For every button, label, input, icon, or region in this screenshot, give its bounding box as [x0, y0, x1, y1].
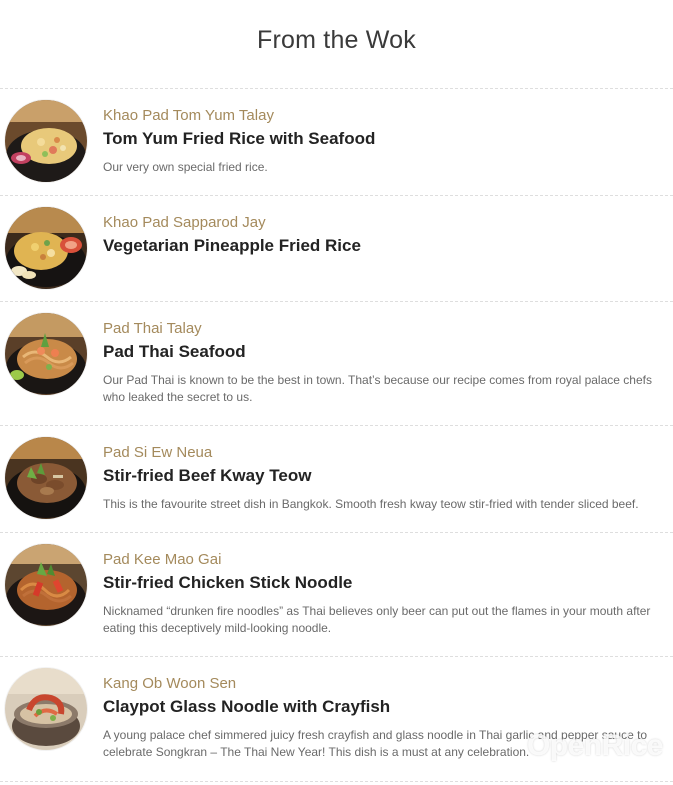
beef-kway-teow-photo-icon [5, 437, 87, 519]
pad-thai-photo-icon [5, 313, 87, 395]
menu-item[interactable]: Pad Thai Talay Pad Thai Seafood Our Pad … [0, 301, 673, 426]
item-english-name: Claypot Glass Noodle with Crayfish [103, 697, 391, 716]
item-thai-name: Pad Kee Mao Gai [103, 551, 222, 568]
item-thai-name: Pad Si Ew Neua [103, 444, 213, 461]
claypot-noodle-crayfish-photo-icon [5, 668, 87, 750]
menu-item[interactable]: Pad Kee Mao Gai Stir-fried Chicken Stick… [0, 532, 673, 657]
item-thai-name: Kang Ob Woon Sen [103, 675, 237, 692]
item-description: This is the favourite street dish in Ban… [103, 497, 639, 511]
item-english-name: Tom Yum Fried Rice with Seafood [103, 129, 376, 148]
menu-item[interactable]: Khao Pad Sapparod Jay Vegetarian Pineapp… [0, 195, 673, 302]
item-description: Our Pad Thai is known to be the best in … [103, 373, 652, 404]
item-english-name: Stir-fried Beef Kway Teow [103, 466, 312, 485]
item-description: Our very own special fried rice. [103, 160, 268, 174]
menu-item[interactable]: Pad Si Ew Neua Stir-fried Beef Kway Teow… [0, 425, 673, 533]
menu-item[interactable]: Kang Ob Woon Sen Claypot Glass Noodle wi… [0, 656, 673, 782]
item-thai-name: Khao Pad Sapparod Jay [103, 214, 266, 231]
item-english-name: Vegetarian Pineapple Fried Rice [103, 236, 361, 255]
item-thai-name: Khao Pad Tom Yum Talay [103, 107, 274, 124]
page-title: From the Wok [257, 26, 416, 54]
pineapple-fried-rice-photo-icon [5, 207, 87, 289]
item-english-name: Pad Thai Seafood [103, 342, 246, 361]
item-description: A young palace chef simmered juicy fresh… [103, 728, 648, 759]
fried-rice-seafood-photo-icon [5, 100, 87, 182]
item-thai-name: Pad Thai Talay [103, 320, 202, 337]
chicken-stick-noodle-photo-icon [5, 544, 87, 626]
item-english-name: Stir-fried Chicken Stick Noodle [103, 573, 353, 592]
menu-item[interactable]: Khao Pad Tom Yum Talay Tom Yum Fried Ric… [0, 88, 673, 196]
item-description: Nicknamed “drunken fire noodles” as Thai… [103, 604, 651, 635]
